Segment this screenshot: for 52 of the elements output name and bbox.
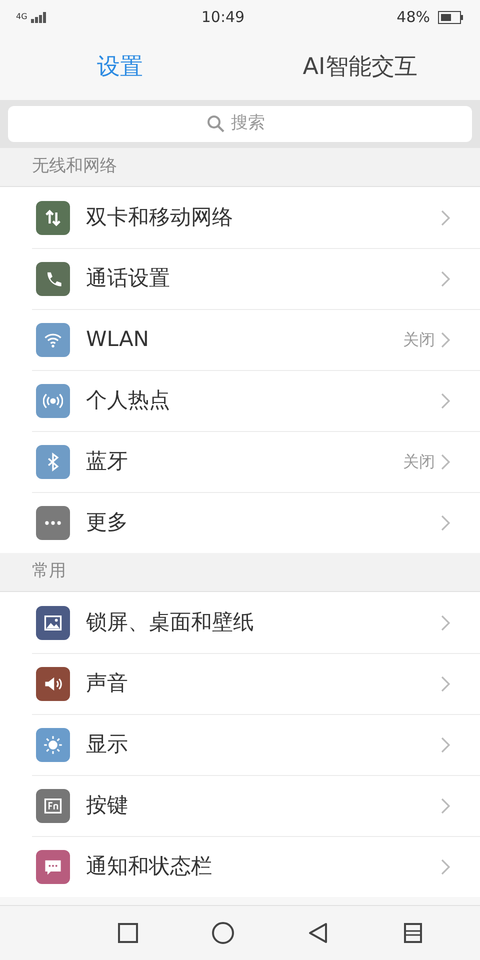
item-label: 个人热点 — [86, 386, 171, 414]
chevron-icon — [441, 454, 450, 470]
battery-icon — [438, 10, 464, 24]
settings-item[interactable]: 锁屏、桌面和壁纸 — [0, 592, 480, 653]
settings-item[interactable]: 个人热点 — [0, 370, 480, 431]
item-label: 锁屏、桌面和壁纸 — [86, 608, 255, 636]
item-label: 通知和状态栏 — [86, 852, 213, 880]
chevron-icon — [441, 514, 450, 530]
search-bar[interactable]: 搜索 — [8, 106, 472, 142]
clock: 10:49 — [201, 6, 245, 28]
chevron-icon — [441, 798, 450, 814]
search-field[interactable]: 搜索 — [229, 110, 273, 138]
settings-item[interactable]: 按键 — [0, 775, 480, 836]
settings-item[interactable]: 蓝牙 关闭 — [0, 431, 480, 492]
image-icon — [43, 612, 63, 632]
status-value: 关闭 — [403, 450, 435, 472]
chevron-icon — [441, 392, 450, 408]
square-icon[interactable] — [116, 921, 140, 945]
settings-item[interactable]: 更多 — [0, 492, 480, 553]
circle-icon[interactable] — [210, 921, 234, 945]
chevron-icon — [441, 858, 450, 874]
settings-item[interactable]: 声音 — [0, 653, 480, 714]
status-value: 关闭 — [403, 328, 435, 350]
settings-item[interactable]: 通话设置 — [0, 248, 480, 309]
item-label: 通话设置 — [86, 264, 171, 292]
settings-item[interactable]: WLAN 关闭 — [0, 309, 480, 370]
item-label: 双卡和移动网络 — [86, 204, 234, 231]
item-label: 显示 — [86, 730, 129, 758]
key-icon — [43, 796, 63, 816]
search-icon — [207, 115, 225, 133]
tab[interactable]: AI智能交互 — [240, 34, 480, 100]
item-label: 更多 — [86, 508, 129, 536]
arrows-icon — [43, 208, 63, 228]
chevron-icon — [441, 676, 450, 692]
section-header: 无线和网络 — [0, 148, 480, 187]
sun-icon — [43, 734, 63, 754]
chevron-icon — [441, 210, 450, 226]
settings-item[interactable]: 显示 — [0, 714, 480, 775]
section-header: 常用 — [0, 553, 480, 592]
item-label: 蓝牙 — [86, 448, 129, 475]
chevron-icon — [441, 270, 450, 286]
chevron-icon — [441, 736, 450, 752]
chevron-icon — [441, 614, 450, 630]
more-icon — [45, 520, 61, 524]
item-label: 声音 — [86, 670, 129, 697]
item-label: 按键 — [86, 792, 129, 819]
settings-item[interactable]: 双卡和移动网络 — [0, 187, 480, 248]
chevron-icon — [441, 332, 450, 348]
settings-item[interactable]: 通知和状态栏 — [0, 836, 480, 897]
network-label: 4G — [16, 11, 28, 23]
battery-percentage: 48% — [396, 6, 430, 28]
item-label: WLAN — [86, 326, 150, 353]
